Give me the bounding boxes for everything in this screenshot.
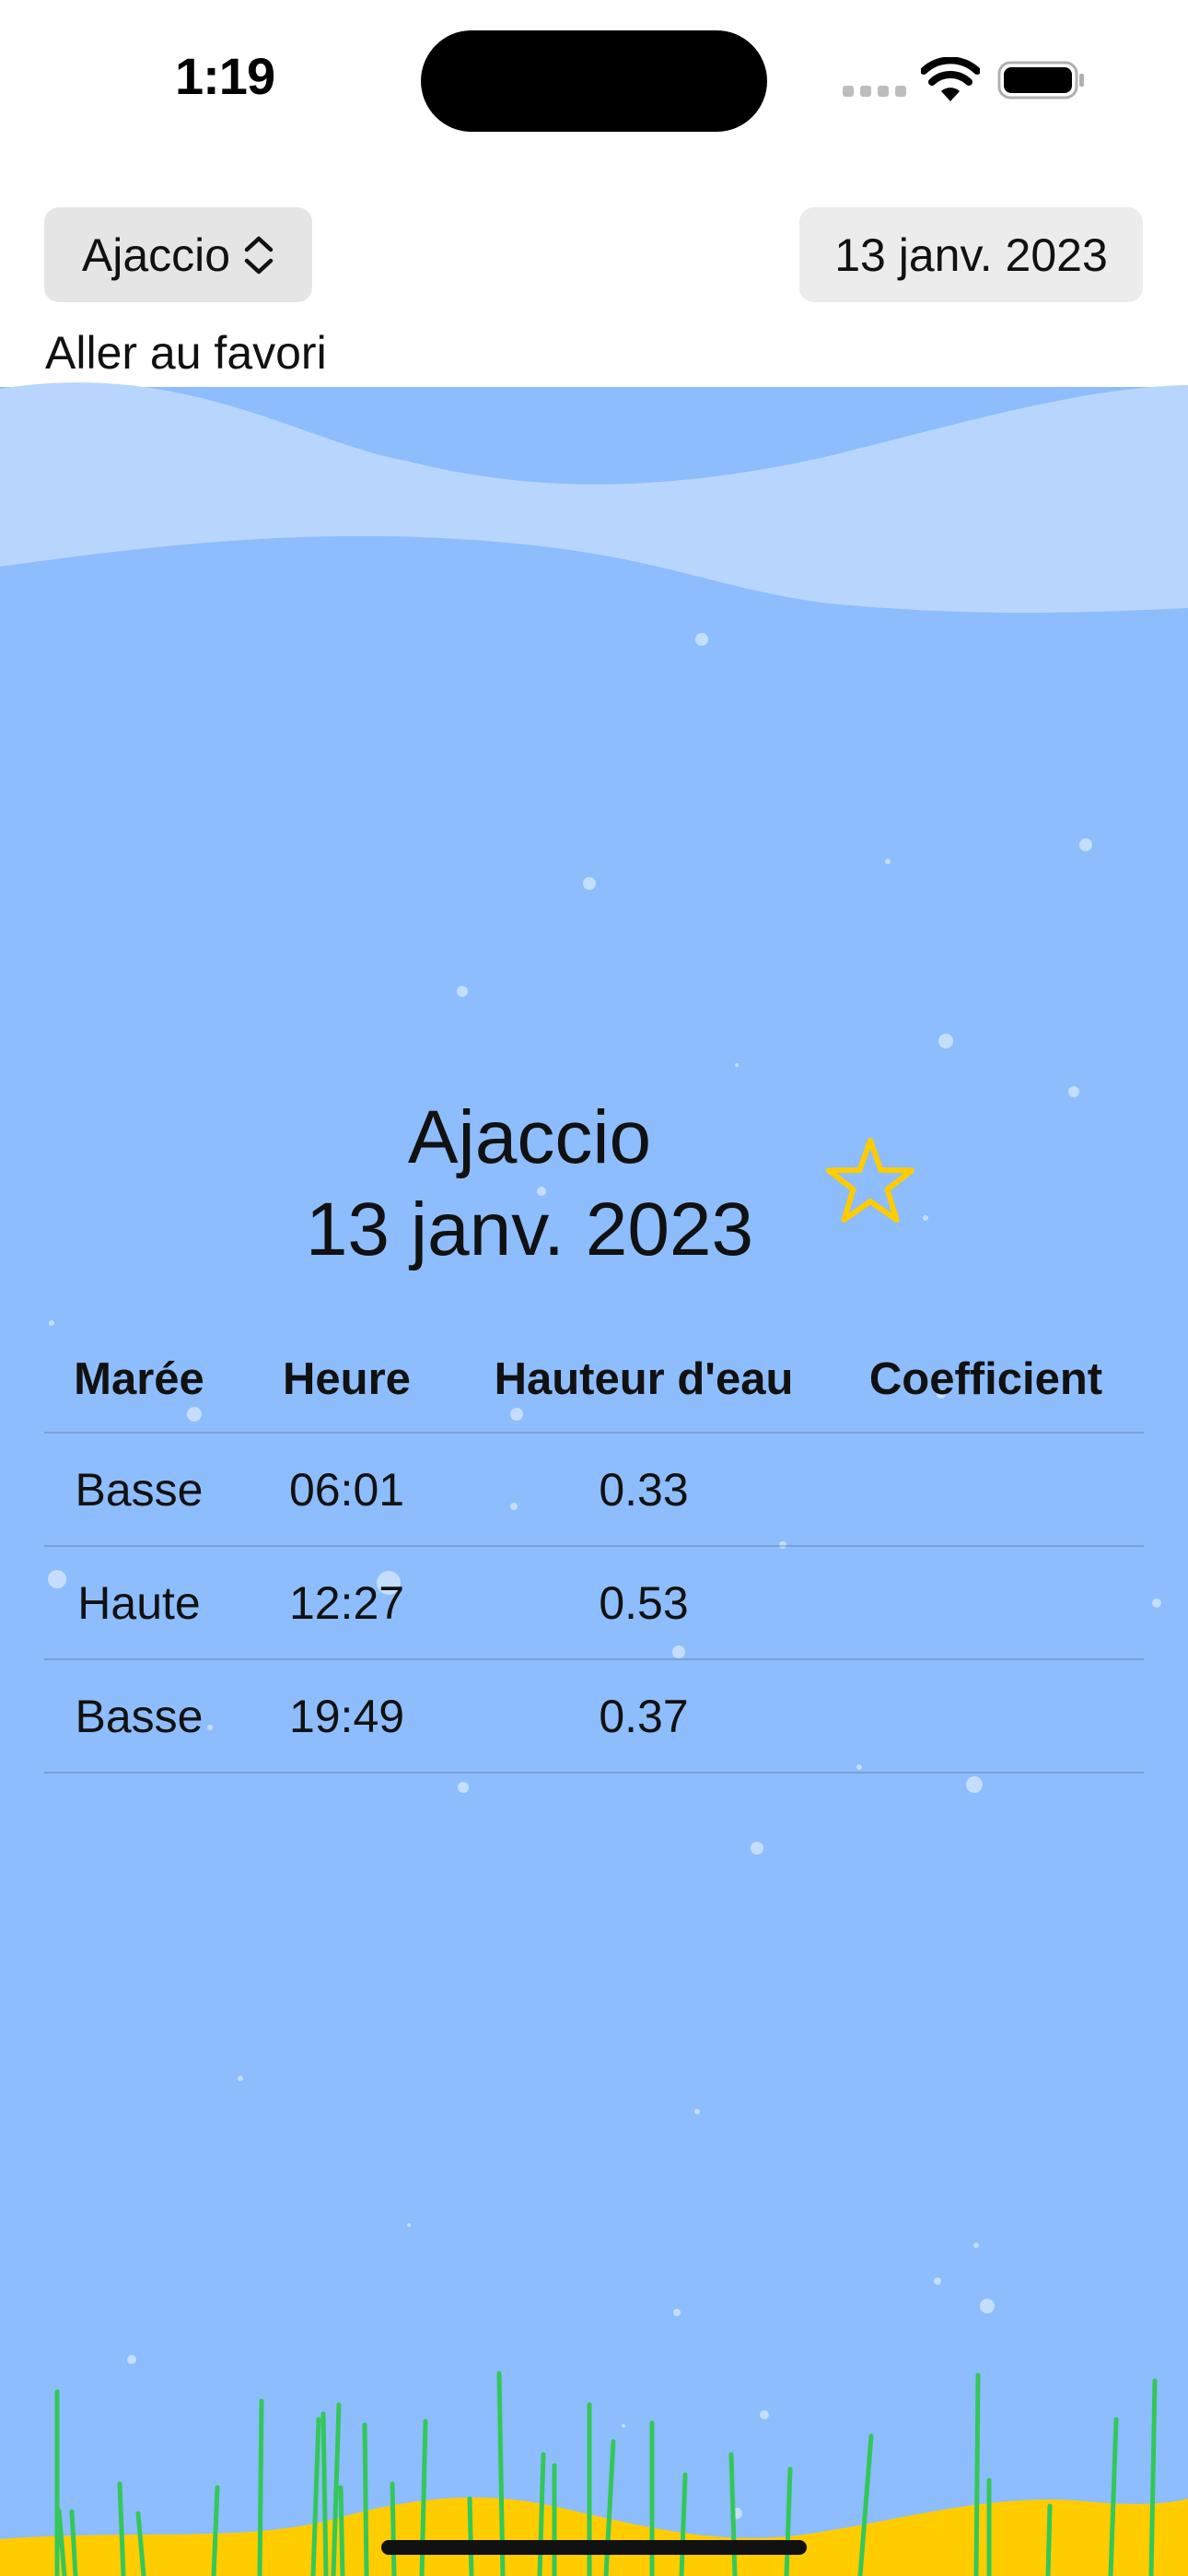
water-height-cell: 0.37 — [599, 1690, 689, 1742]
column-header-time: Heure — [283, 1354, 411, 1404]
dynamic-island — [421, 30, 767, 132]
table-row: Haute 12:27 0.53 — [44, 1547, 1144, 1660]
wifi-icon — [921, 57, 980, 101]
date-picker-button[interactable]: 13 janv. 2023 — [799, 207, 1143, 302]
table-row: Basse 19:49 0.37 — [44, 1660, 1144, 1774]
water-height-cell: 0.33 — [599, 1463, 689, 1516]
time-cell: 19:49 — [288, 1690, 405, 1742]
column-header-tide: Marée — [74, 1354, 204, 1404]
home-indicator[interactable] — [381, 2540, 807, 2555]
battery-icon — [997, 61, 1084, 100]
table-row: Basse 06:01 0.33 — [44, 1434, 1144, 1547]
city-picker-label: Ajaccio — [81, 228, 231, 281]
tide-type-cell: Basse — [75, 1463, 204, 1516]
tide-table: Marée Heure Hauteur d'eau Coefficient Ba… — [44, 1327, 1144, 1774]
time-cell: 12:27 — [288, 1576, 405, 1629]
column-header-water-height: Hauteur d'eau — [494, 1354, 794, 1404]
water-height-cell: 0.53 — [599, 1576, 689, 1629]
coefficient-cell — [828, 1547, 1144, 1658]
location-title: Ajaccio — [407, 1095, 652, 1179]
tide-type-cell: Haute — [77, 1576, 201, 1629]
city-picker-button[interactable]: Ajaccio — [44, 207, 312, 302]
table-header-row: Marée Heure Hauteur d'eau Coefficient — [44, 1327, 1144, 1434]
time-cell: 06:01 — [288, 1463, 405, 1516]
coefficient-cell — [828, 1660, 1144, 1772]
go-to-favorite-link[interactable]: Aller au favori — [45, 326, 327, 380]
star-outline-icon[interactable] — [822, 1135, 918, 1231]
date-picker-label: 13 janv. 2023 — [834, 228, 1108, 281]
status-time: 1:19 — [175, 47, 275, 105]
tide-type-cell: Basse — [75, 1690, 204, 1742]
cellular-signal-icon — [843, 86, 907, 97]
date-title: 13 janv. 2023 — [305, 1188, 754, 1271]
column-header-coefficient: Coefficient — [868, 1354, 1103, 1404]
coefficient-cell — [828, 1434, 1144, 1545]
chevron-up-down-icon — [244, 236, 274, 274]
ocean-background — [0, 0, 1188, 2576]
